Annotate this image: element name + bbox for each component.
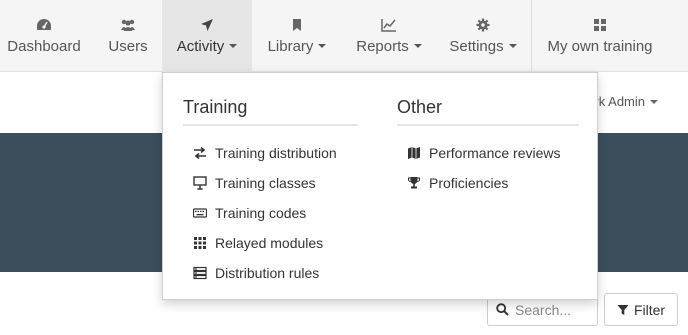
line-chart-icon xyxy=(381,18,396,32)
training-menu-list: Training distribution Training classes T… xyxy=(183,138,358,288)
menu-item-performance-reviews[interactable]: Performance reviews xyxy=(397,138,579,168)
gear-icon xyxy=(476,18,490,31)
menu-item-training-classes[interactable]: Training classes xyxy=(183,168,358,198)
chevron-down-icon xyxy=(413,44,422,48)
menu-item-label: Proficiencies xyxy=(429,175,509,191)
nav-reports[interactable]: Reports xyxy=(342,0,436,72)
grid-icon xyxy=(594,18,606,31)
user-menu-label: rk Admin xyxy=(594,94,645,109)
chevron-down-icon xyxy=(318,44,327,48)
menu-item-label: Distribution rules xyxy=(215,265,320,281)
menu-item-label: Training distribution xyxy=(215,145,337,161)
top-navbar: Dashboard Users Activity Library Reports… xyxy=(0,0,688,72)
nav-reports-label: Reports xyxy=(356,37,409,55)
training-heading: Training xyxy=(183,97,358,126)
menu-item-training-distribution[interactable]: Training distribution xyxy=(183,138,358,168)
filter-button[interactable]: Filter xyxy=(604,293,678,326)
filter-button-label: Filter xyxy=(633,301,666,318)
menu-item-distribution-rules[interactable]: Distribution rules xyxy=(183,258,358,288)
other-heading: Other xyxy=(397,97,579,126)
chevron-down-icon xyxy=(650,99,658,104)
user-menu[interactable]: rk Admin xyxy=(594,94,658,109)
grid-dots-icon xyxy=(194,237,206,249)
menu-item-label: Performance reviews xyxy=(429,145,561,161)
nav-users[interactable]: Users xyxy=(88,0,168,72)
bookmark-icon xyxy=(293,18,301,31)
filter-icon xyxy=(617,304,629,315)
list-rules-icon xyxy=(193,266,207,280)
users-icon xyxy=(121,19,135,31)
nav-users-label: Users xyxy=(108,37,148,55)
dashboard-icon xyxy=(37,18,51,30)
nav-settings[interactable]: Settings xyxy=(436,0,530,72)
chevron-down-icon xyxy=(229,44,238,48)
nav-dashboard-label: Dashboard xyxy=(7,37,81,55)
map-icon xyxy=(408,147,420,159)
nav-library-label: Library xyxy=(267,37,314,55)
exchange-icon xyxy=(194,146,206,160)
trophy-icon xyxy=(407,177,421,189)
other-column: Other Performance reviews Proficiencies xyxy=(397,97,579,198)
nav-my-own-training-label: My own training xyxy=(547,37,653,55)
location-arrow-icon xyxy=(201,18,213,31)
nav-my-own-training[interactable]: My own training xyxy=(532,0,668,72)
nav-dashboard[interactable]: Dashboard xyxy=(0,0,88,72)
nav-library[interactable]: Library xyxy=(252,0,342,72)
menu-item-training-codes[interactable]: Training codes xyxy=(183,198,358,228)
menu-item-label: Training classes xyxy=(215,175,316,191)
menu-item-proficiencies[interactable]: Proficiencies xyxy=(397,168,579,198)
other-menu-list: Performance reviews Proficiencies xyxy=(397,138,579,198)
menu-item-label: Training codes xyxy=(215,205,307,221)
presentation-icon xyxy=(193,176,207,190)
menu-item-relayed-modules[interactable]: Relayed modules xyxy=(183,228,358,258)
search-icon xyxy=(496,303,509,316)
activity-dropdown-menu: Training Training distribution Training … xyxy=(162,72,598,300)
nav-settings-label: Settings xyxy=(449,37,504,55)
keyboard-icon xyxy=(193,208,207,218)
nav-activity[interactable]: Activity xyxy=(162,0,252,72)
nav-activity-label: Activity xyxy=(176,37,225,55)
training-column: Training Training distribution Training … xyxy=(183,97,358,288)
chevron-down-icon xyxy=(508,44,517,48)
menu-item-label: Relayed modules xyxy=(215,235,324,251)
search-input[interactable] xyxy=(515,301,595,318)
